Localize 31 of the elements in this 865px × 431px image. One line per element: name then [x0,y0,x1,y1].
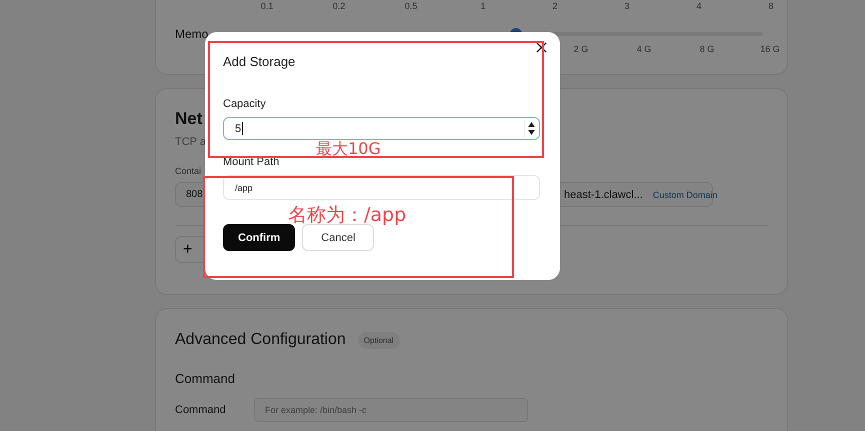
domain-text: heast-1.clawcl... [564,188,643,200]
field-label: Capacity [223,98,267,110]
mount-path-field[interactable]: /app [223,175,540,200]
section-title: Advanced Configuration [175,331,346,349]
close-icon[interactable] [536,42,547,53]
tick-label: 0.1 [260,1,274,11]
command-field[interactable]: For example: /bin/bash -c [254,398,528,422]
tick-label: 2 [551,1,558,11]
section-title: Net [175,109,202,129]
tick-label: 8 G [698,44,716,54]
command-label: Command [175,404,227,416]
cancel-button[interactable]: Cancel [302,224,374,251]
tick-label: 0.2 [332,1,346,11]
capacity-field[interactable]: 5 [223,117,540,140]
tick-label: 1 [479,1,486,11]
down-arrow-icon[interactable] [528,130,535,136]
confirm-button[interactable]: Confirm [223,224,296,251]
tick-label: 3 [623,1,630,11]
tick-label: 4 [695,1,702,11]
up-arrow-icon[interactable] [528,122,535,127]
subsection-title: Command [175,371,236,386]
field-label: Contai [175,166,202,176]
optional-badge: Optional [358,332,400,348]
annotation-text: 最大10G [316,142,381,156]
memory-label: Memo [175,27,210,41]
tick-label: 2 G [572,44,590,54]
tick-label: 16 G [759,44,781,54]
tick-label: 8 [767,1,774,11]
tick-label: 0.5 [404,1,418,11]
tick-label: 4 G [636,44,652,54]
dialog-title: Add Storage [223,54,296,69]
